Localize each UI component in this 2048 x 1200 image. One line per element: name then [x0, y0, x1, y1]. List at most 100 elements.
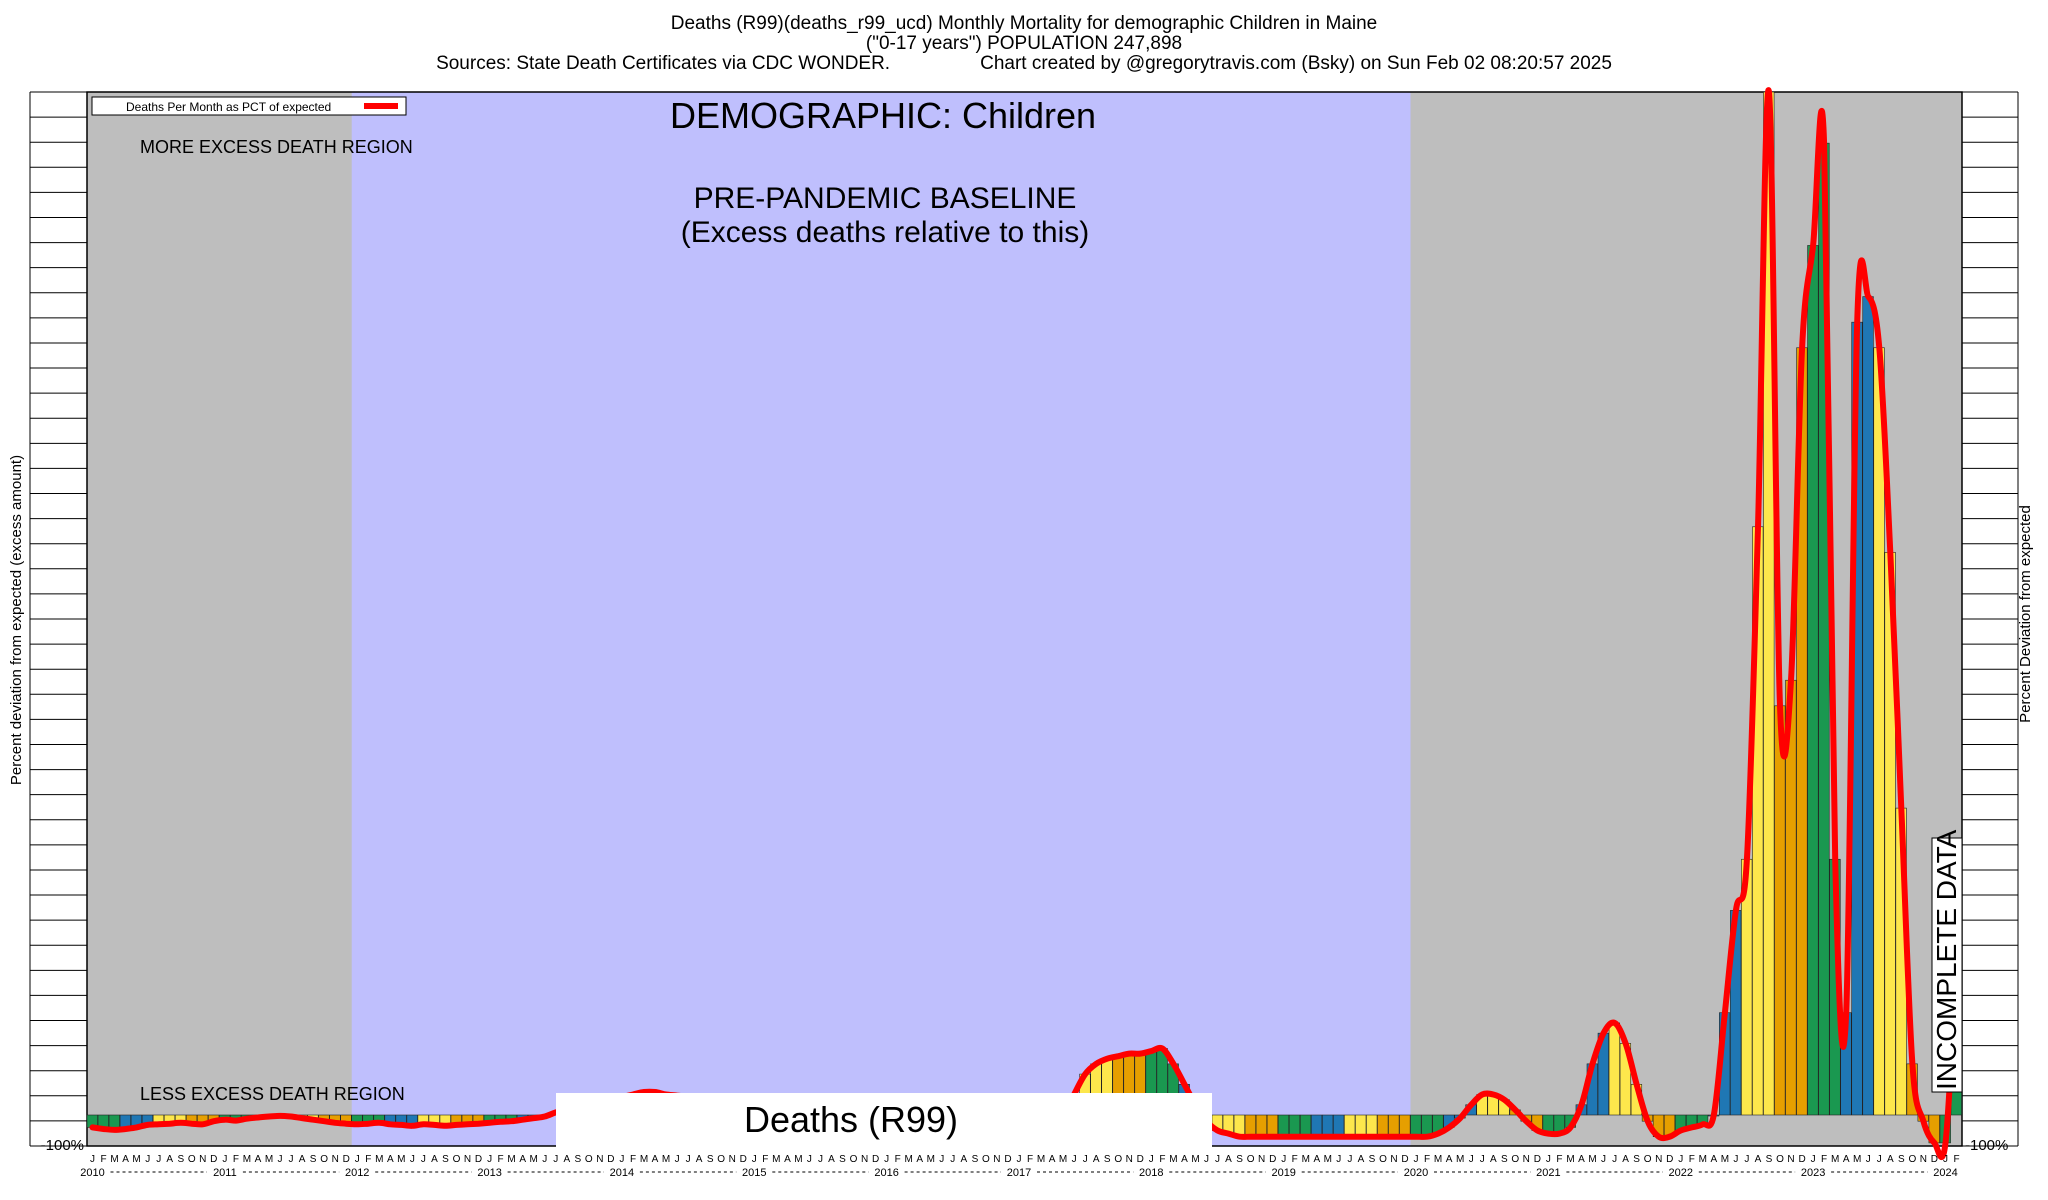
x-tick-month: S: [972, 1154, 979, 1165]
x-tick-month: F: [498, 1154, 504, 1165]
x-tick-month: A: [563, 1154, 570, 1165]
x-tick-month: A: [255, 1154, 262, 1165]
x-tick-month: M: [397, 1154, 405, 1165]
x-tick-month: O: [1909, 1154, 1917, 1165]
x-tick-month: J: [818, 1154, 823, 1165]
x-tick-month: M: [1721, 1154, 1729, 1165]
x-tick-month: N: [1258, 1154, 1265, 1165]
x-tick-month: J: [752, 1154, 757, 1165]
x-tick-month: A: [828, 1154, 835, 1165]
x-tick-month: M: [1853, 1154, 1861, 1165]
x-tick-month: J: [686, 1154, 691, 1165]
x-tick-year: 2023: [1801, 1167, 1825, 1179]
more-region-label: MORE EXCESS DEATH REGION: [140, 137, 413, 157]
x-tick-month: J: [222, 1154, 227, 1165]
bar-112: [1321, 1114, 1334, 1138]
x-tick-month: M: [1434, 1154, 1442, 1165]
x-tick-month: O: [717, 1154, 725, 1165]
x-tick-year: 2013: [477, 1167, 501, 1179]
x-tick-month: A: [1622, 1154, 1629, 1165]
x-tick-month: A: [1446, 1154, 1453, 1165]
x-tick-month: F: [1159, 1154, 1165, 1165]
x-tick-month: J: [289, 1154, 294, 1165]
x-tick-month: M: [905, 1154, 913, 1165]
x-tick-month: N: [199, 1154, 206, 1165]
bar-107: [1266, 1114, 1279, 1138]
x-tick-month: J: [1414, 1154, 1419, 1165]
bar-161: [1862, 296, 1874, 1116]
x-tick-month: M: [375, 1154, 383, 1165]
x-tick-month: N: [729, 1154, 736, 1165]
x-tick-month: D: [740, 1154, 747, 1165]
x-tick-month: J: [410, 1154, 415, 1165]
x-tick-month: F: [1292, 1154, 1298, 1165]
x-tick-month: F: [1424, 1154, 1430, 1165]
x-tick-month: S: [1104, 1154, 1111, 1165]
x-tick-month: M: [1566, 1154, 1574, 1165]
x-tick-month: J: [675, 1154, 680, 1165]
x-tick-month: J: [1281, 1154, 1286, 1165]
x-tick-year: 2019: [1271, 1167, 1295, 1179]
x-tick-month: D: [343, 1154, 350, 1165]
bar-113: [1333, 1114, 1345, 1138]
bar-119: [1399, 1114, 1411, 1138]
x-tick-month: D: [872, 1154, 879, 1165]
x-tick-month: N: [1655, 1154, 1662, 1165]
x-tick-month: A: [1358, 1154, 1365, 1165]
x-tick-month: M: [1456, 1154, 1464, 1165]
x-tick-month: O: [585, 1154, 593, 1165]
x-tick-month: M: [1699, 1154, 1707, 1165]
x-tick-month: J: [950, 1154, 955, 1165]
x-tick-month: M: [1191, 1154, 1199, 1165]
x-tick-month: F: [100, 1154, 106, 1165]
x-tick-month: F: [630, 1154, 636, 1165]
x-tick-month: J: [1744, 1154, 1749, 1165]
x-tick-month: J: [1612, 1154, 1617, 1165]
x-tick-month: O: [320, 1154, 328, 1165]
x-tick-month: J: [1083, 1154, 1088, 1165]
bar-138: [1608, 1022, 1620, 1116]
bar-118: [1388, 1114, 1400, 1138]
bar-105: [1244, 1114, 1257, 1138]
x-tick-month: A: [387, 1154, 394, 1165]
x-tick-month: J: [1546, 1154, 1551, 1165]
x-tick-month: D: [1534, 1154, 1541, 1165]
x-tick-month: O: [1114, 1154, 1122, 1165]
bar-120: [1410, 1114, 1422, 1138]
x-tick-month: J: [1149, 1154, 1154, 1165]
x-tick-month: A: [696, 1154, 703, 1165]
x-tick-month: J: [1480, 1154, 1485, 1165]
less-region-label: LESS EXCESS DEATH REGION: [140, 1084, 405, 1104]
x-tick-month: A: [1755, 1154, 1762, 1165]
chart-svg: Deaths (R99) DEMOGRAPHIC: Children PRE-PAN…: [8, 87, 2034, 1179]
x-tick-month: M: [772, 1154, 780, 1165]
x-tick-month: J: [421, 1154, 426, 1165]
x-tick-month: O: [1379, 1154, 1387, 1165]
x-tick-year: 2016: [874, 1167, 898, 1179]
x-tick-month: A: [431, 1154, 438, 1165]
x-tick-month: D: [1269, 1154, 1276, 1165]
x-tick-month: F: [233, 1154, 239, 1165]
bar-109: [1288, 1114, 1301, 1138]
baseline-region: [351, 92, 1411, 1146]
x-tick-month: S: [1501, 1154, 1508, 1165]
x-tick-month: M: [507, 1154, 515, 1165]
x-tick-month: M: [1588, 1154, 1596, 1165]
x-tick-month: J: [1866, 1154, 1871, 1165]
x-tick-month: A: [1887, 1154, 1894, 1165]
x-tick-month: J: [553, 1154, 558, 1165]
bar-111: [1310, 1114, 1323, 1138]
x-tick-month: J: [278, 1154, 283, 1165]
y-axis-label-left: Percent deviation from expected (excess …: [8, 455, 25, 785]
x-tick-year: 2021: [1536, 1167, 1560, 1179]
x-tick-month: S: [177, 1154, 184, 1165]
x-tick-month: A: [1313, 1154, 1320, 1165]
bar-110: [1299, 1114, 1312, 1138]
x-tick-month: J: [1336, 1154, 1341, 1165]
watermark-text: Deaths (R99): [744, 1099, 958, 1140]
bar-153: [1774, 705, 1786, 1116]
x-tick-month: D: [475, 1154, 482, 1165]
x-tick-month: A: [784, 1154, 791, 1165]
x-tick-month: F: [1027, 1154, 1033, 1165]
x-tick-month: J: [1678, 1154, 1683, 1165]
